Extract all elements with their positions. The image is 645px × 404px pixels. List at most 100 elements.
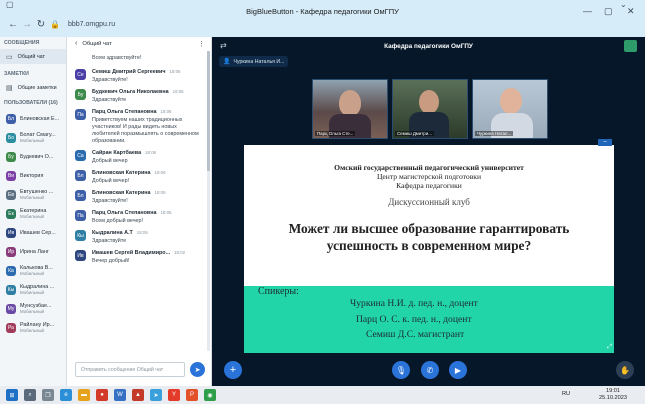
actions-button[interactable]: +	[224, 361, 242, 379]
minimize-icon[interactable]: —	[583, 6, 592, 16]
user-list-item[interactable]: Му Мунсузбае... Мобильный	[0, 299, 66, 318]
taskbar: ⊞ ⌕ ❐ e ▬ ● W ▲ ➤ Y P ◉ RU 19:01 25.10.2…	[0, 386, 645, 404]
edge-icon[interactable]: e	[60, 389, 72, 401]
user-name: Блиновская Е...	[20, 115, 60, 122]
user-role: Мобильный	[20, 328, 44, 333]
message-author: Ивашев Сергей Владимиро...	[92, 250, 171, 256]
chat-header: ‹ Общий чат ⋮	[67, 37, 211, 50]
fullscreen-icon[interactable]: ⤢	[607, 344, 612, 351]
avatar: Ка	[6, 265, 16, 276]
presenter-name: Чуркина Наталья И...	[233, 58, 285, 65]
reload-icon[interactable]: ↻	[34, 19, 48, 30]
user-name: Ирина Ланг	[20, 248, 49, 255]
telegram-icon[interactable]: ➤	[150, 389, 162, 401]
presentation-area: Кафедра педагогики ОмГПУ ⇄ 👤 Чуркина Нат…	[212, 37, 645, 386]
message-text: Здравствуйте!	[92, 198, 128, 204]
clock-date: 25.10.2023	[599, 395, 627, 401]
user-list-item[interactable]: Ка Калькова В... Мобильный	[0, 261, 66, 280]
message-text: Здравствуйте	[92, 238, 127, 244]
message-author: Кыдралина А.Т	[92, 230, 133, 236]
back-icon[interactable]: ←	[6, 19, 20, 30]
sidebar-item-shared-notes[interactable]: ▤ Общие заметки	[0, 80, 66, 95]
user-list-item[interactable]: Ра Райлану Ир... Мобильный	[0, 318, 66, 337]
user-list-item[interactable]: Бу Будкевич О...	[0, 147, 66, 166]
leave-audio-button[interactable]: ✆	[421, 361, 439, 379]
avatar: Кы	[75, 230, 86, 241]
avatar: Бу	[6, 151, 16, 162]
person-face	[419, 90, 439, 114]
person-face	[339, 90, 361, 116]
user-list-item[interactable]: Ви Виктория	[0, 166, 66, 185]
chat-message: Бл Блиновская Катерина 18:06 Здравствуйте!	[67, 187, 207, 207]
close-icon[interactable]: ✕	[627, 6, 635, 17]
chevron-left-icon[interactable]: ‹	[75, 40, 77, 47]
user-list-item[interactable]: Ир Ирина Ланг	[0, 242, 66, 261]
powerpoint-icon[interactable]: P	[186, 389, 198, 401]
mute-button[interactable]: 🎙	[392, 361, 410, 379]
clock-time: 19:01	[606, 388, 620, 394]
start-icon[interactable]: ⊞	[6, 389, 18, 401]
avatar: Па	[75, 210, 86, 221]
user-list-item[interactable]: Кы Кыдралина ... Мобильный	[0, 280, 66, 299]
chat-panel: ‹ Общий чат ⋮ Всем здравствуйте! Се Семиш …	[67, 37, 212, 386]
message-text: Приветствуем наших традиционных участник…	[92, 117, 199, 144]
message-time: 18:06	[136, 230, 148, 235]
slide-university: Омский государственный педагогический ун…	[334, 163, 524, 172]
avatar: Кы	[6, 284, 16, 295]
slide-question-line1: Может ли высшее образование гарантироват…	[288, 221, 570, 236]
message-text: Всем добрый вечер!	[92, 218, 144, 224]
forward-icon[interactable]: →	[20, 19, 34, 30]
folder-icon[interactable]: ▬	[78, 389, 90, 401]
chat-message: Бу Будкевич Ольга Николаевна 18:06 Здравств…	[67, 86, 207, 106]
pdf-icon[interactable]: ▲	[132, 389, 144, 401]
app-icon[interactable]: ●	[96, 389, 108, 401]
search-icon[interactable]: ⌕	[24, 389, 36, 401]
message-text: Всем здравствуйте!	[92, 55, 142, 61]
presentation-slide[interactable]: Омский государственный педагогический ун…	[244, 139, 614, 353]
user-list-toggle-icon[interactable]: ⇄	[220, 41, 227, 50]
chat-icon: ▭	[6, 53, 13, 61]
user-list-item[interactable]: Бо Болат Смагу... Мобильный	[0, 128, 66, 147]
clock[interactable]: 19:01 25.10.2023	[599, 388, 627, 402]
chat-message: Па Парц Ольга Степановна 18:06 Всем добрый …	[67, 207, 207, 227]
message-list[interactable]: Всем здравствуйте! Се Семиш Дмитрий Сергее…	[67, 50, 207, 358]
webcam-tile[interactable]: Чуркина Натал...	[472, 79, 548, 139]
user-list-item[interactable]: Ев Евтушенко ... Мобильный	[0, 185, 66, 204]
speakers-band: Спикеры: Чуркина Н.И. д. пед. н., доцент…	[244, 286, 614, 353]
chat-input[interactable]: Отправить сообщение Общий чат	[75, 362, 185, 377]
webcam-tile[interactable]: Парц Ольга Сте...	[312, 79, 388, 139]
person-icon: 👤	[223, 59, 231, 65]
user-list-item[interactable]: Ек Екатерина Мобильный	[0, 204, 66, 223]
message-time: 18:06	[172, 89, 184, 94]
url-field[interactable]: bbb7.omgpu.ru	[68, 21, 115, 28]
word-icon[interactable]: W	[114, 389, 126, 401]
task-view-icon[interactable]: ❐	[42, 389, 54, 401]
maximize-icon[interactable]: ▢	[604, 6, 613, 17]
avatar: Бл	[6, 113, 16, 124]
users-header: ПОЛЬЗОВАТЕЛИ (16)	[4, 100, 58, 106]
sidebar-item-public-chat[interactable]: ▭ Общий чат	[0, 49, 66, 64]
chat-scrollbar[interactable]	[207, 51, 210, 351]
webcam-tile[interactable]: Семиш Дмитри...	[392, 79, 468, 139]
user-list-item[interactable]: Бл Блиновская Е...	[0, 109, 66, 128]
message-author: Блиновская Катерина	[92, 170, 151, 176]
camera-button[interactable]: ▶	[449, 361, 467, 379]
message-author: Парц Ольга Степановна	[92, 109, 157, 115]
notes-header: ЗАМЕТКИ	[4, 71, 29, 77]
webcam-label: Чуркина Натал...	[475, 131, 514, 136]
more-options-icon[interactable]: ⋮	[198, 40, 205, 48]
yandex-icon[interactable]: Y	[168, 389, 180, 401]
chrome-icon[interactable]: ◉	[204, 389, 216, 401]
chat-message: Са Сайран Картбаева 18:06 Добрый вечер	[67, 147, 207, 167]
minimize-presentation-icon[interactable]: –	[598, 139, 612, 146]
connection-status-icon[interactable]	[624, 40, 637, 52]
avatar: Ив	[75, 250, 86, 261]
language-indicator[interactable]: RU	[562, 391, 570, 397]
avatar: Бл	[75, 170, 86, 181]
raise-hand-button[interactable]: ✋	[616, 361, 634, 379]
send-button[interactable]: ➤	[190, 362, 205, 377]
message-text: Вечер добрый!	[92, 258, 130, 264]
user-list-item[interactable]: Ив Ивашев Сер...	[0, 223, 66, 242]
avatar: Му	[6, 303, 16, 314]
user-name: Будкевич О...	[20, 153, 54, 160]
